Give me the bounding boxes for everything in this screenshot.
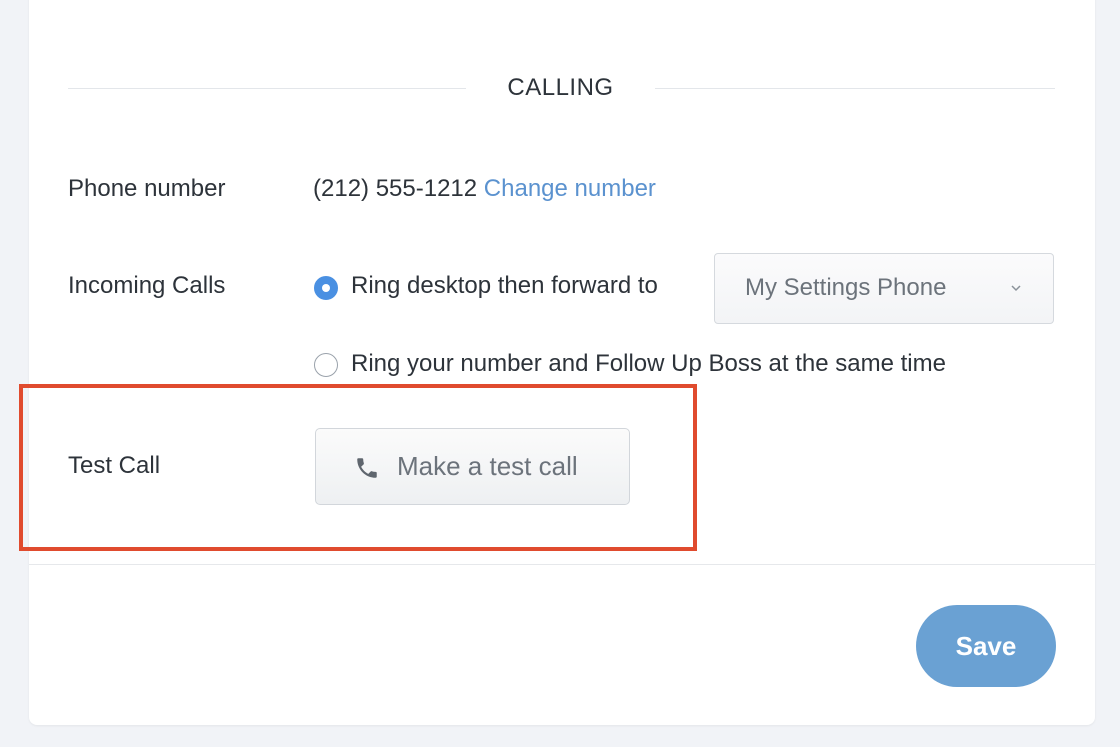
test-call-label: Test Call bbox=[68, 452, 161, 479]
change-number-link[interactable]: Change number bbox=[484, 175, 656, 202]
divider-line bbox=[655, 88, 1055, 89]
incoming-calls-label: Incoming Calls bbox=[68, 272, 226, 299]
footer-divider bbox=[29, 564, 1095, 565]
make-test-call-label: Make a test call bbox=[397, 451, 578, 481]
phone-number-row: (212) 555-1212 Change number bbox=[313, 175, 656, 203]
forward-to-select[interactable]: My Settings Phone bbox=[714, 253, 1054, 324]
phone-number-label: Phone number bbox=[68, 175, 226, 202]
chevron-down-icon bbox=[1011, 285, 1021, 292]
radio-ring-desktop-label[interactable]: Ring desktop then forward to bbox=[351, 272, 658, 300]
radio-ring-simultaneous-label[interactable]: Ring your number and Follow Up Boss at t… bbox=[351, 350, 946, 378]
save-button[interactable]: Save bbox=[916, 605, 1056, 687]
forward-to-select-value: My Settings Phone bbox=[745, 274, 947, 301]
section-header: CALLING bbox=[68, 70, 1055, 106]
radio-ring-desktop[interactable] bbox=[314, 276, 338, 300]
phone-number-value: (212) 555-1212 bbox=[313, 175, 478, 202]
section-title: CALLING bbox=[507, 74, 614, 101]
make-test-call-button[interactable]: Make a test call bbox=[315, 428, 630, 505]
phone-icon bbox=[357, 458, 377, 478]
divider-line bbox=[68, 88, 466, 89]
radio-ring-simultaneous[interactable] bbox=[314, 353, 338, 377]
